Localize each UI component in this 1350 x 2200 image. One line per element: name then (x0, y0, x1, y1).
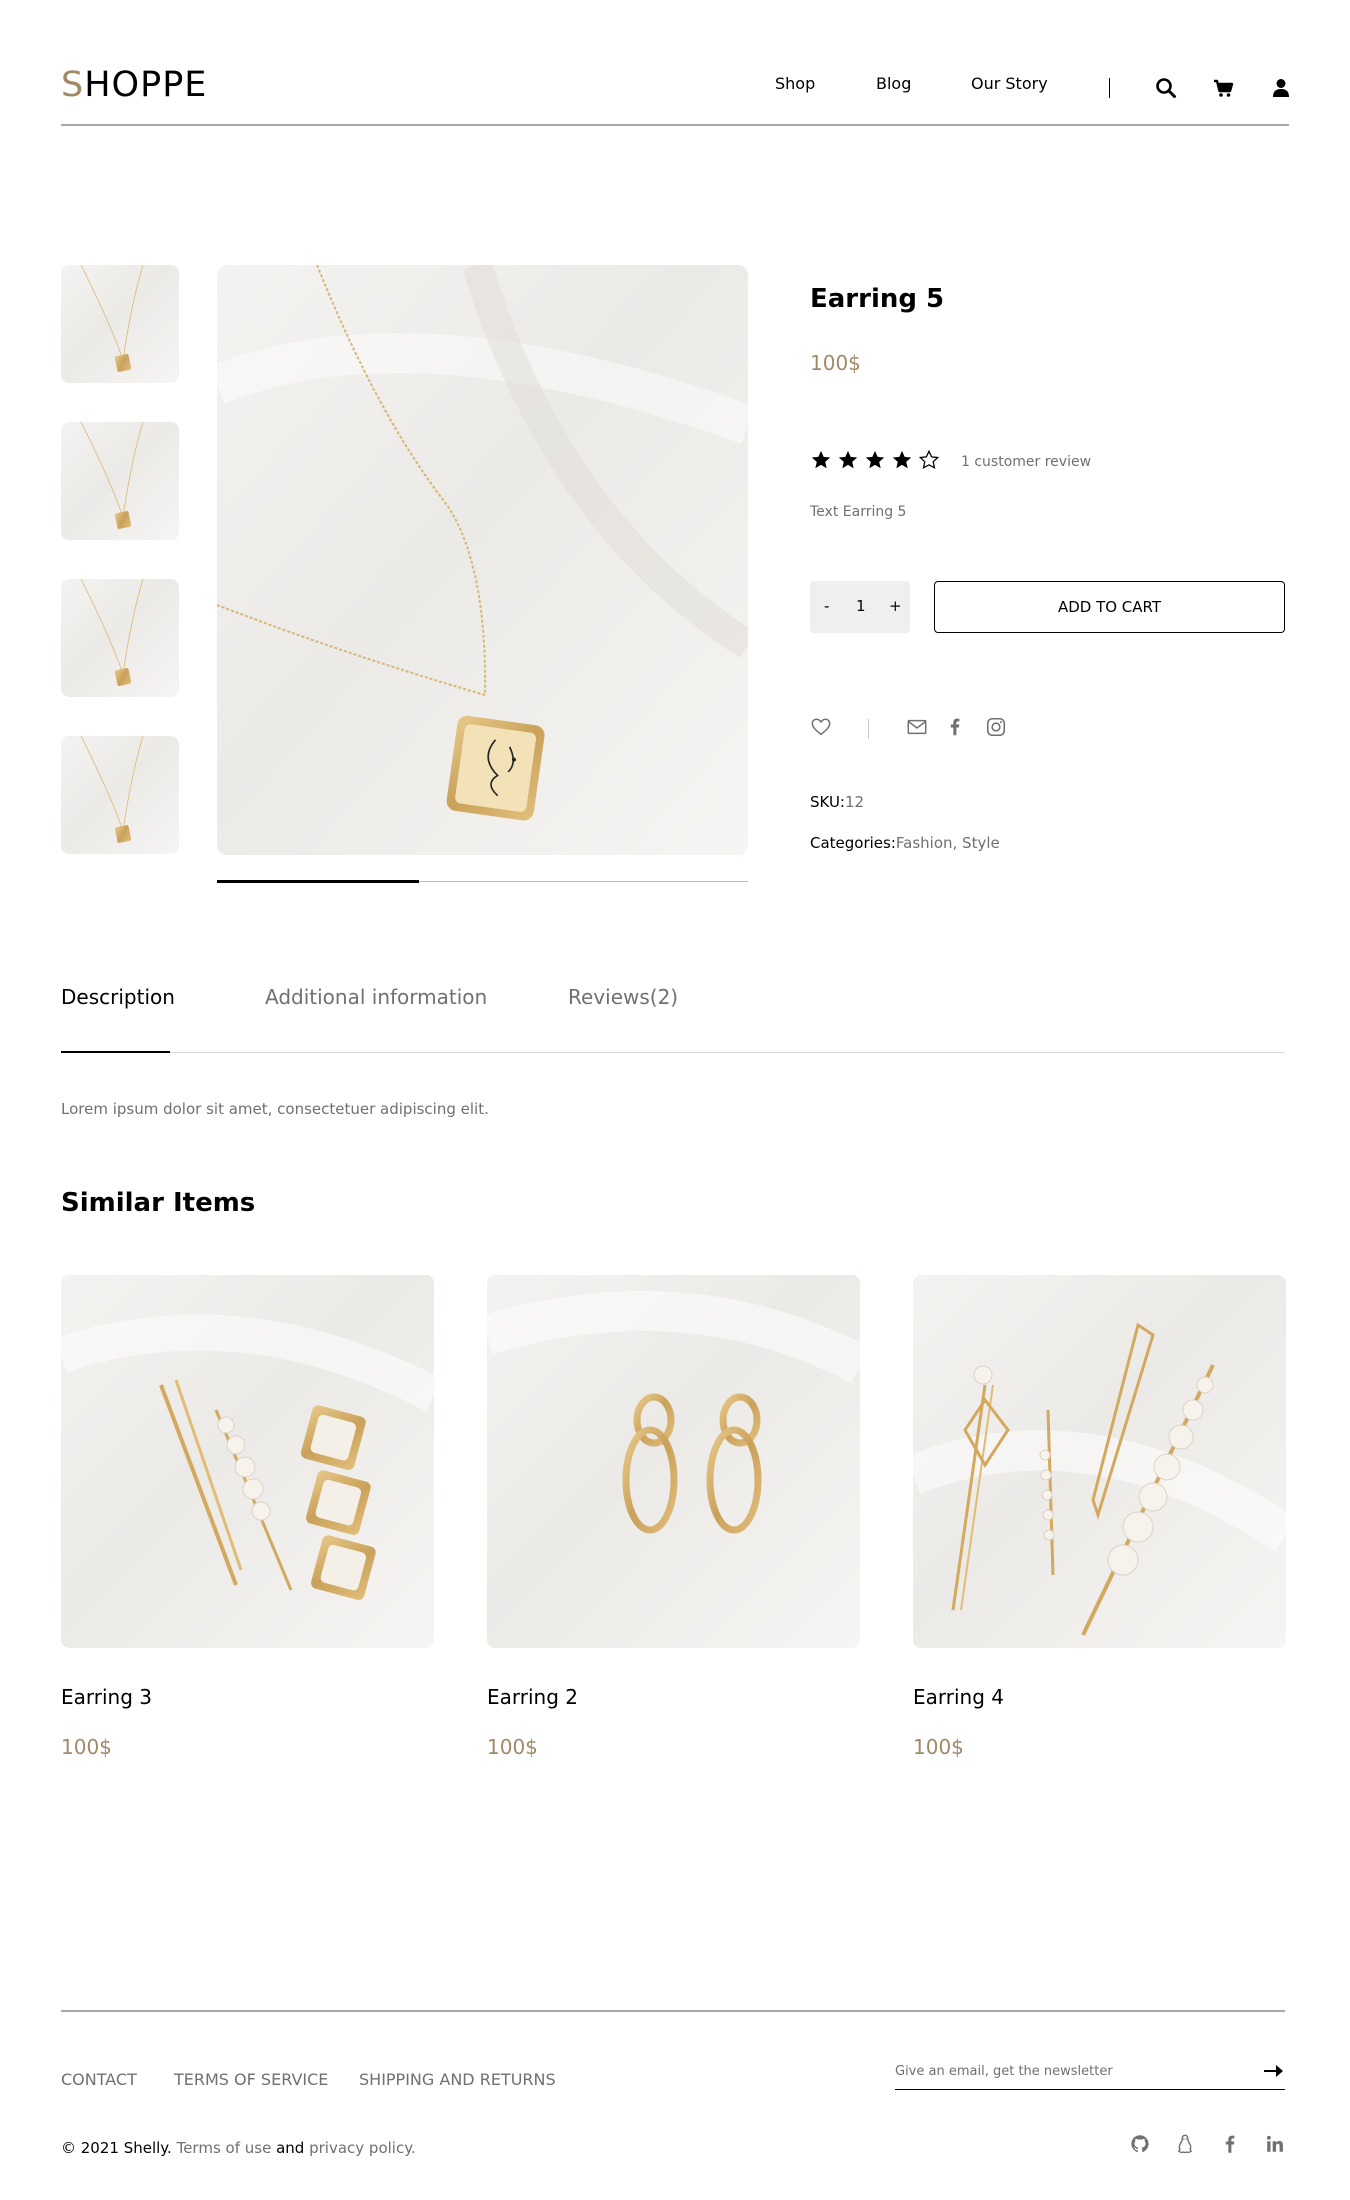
tab-content: Lorem ipsum dolor sit amet, consectetuer… (61, 1100, 489, 1118)
product-card-image[interactable] (61, 1275, 434, 1648)
copyright: © 2021 Shelly. Terms of use and privacy … (61, 2139, 416, 2157)
footer-link-shipping[interactable]: SHIPPING AND RETURNS (359, 2070, 556, 2089)
review-count[interactable]: 1 customer review (961, 454, 1091, 470)
star-filled-icon (811, 450, 831, 469)
newsletter-email-input[interactable] (895, 2059, 1235, 2083)
product-thumbnail-1[interactable] (61, 265, 179, 383)
nav-blog[interactable]: Blog (876, 74, 911, 93)
product-tabs: Description Additional information Revie… (61, 985, 1285, 1053)
product-thumbnail-3[interactable] (61, 579, 179, 697)
tab-reviews[interactable]: Reviews(2) (568, 985, 678, 1009)
categories-label: Categories: (810, 834, 896, 852)
active-tab-indicator (61, 1051, 170, 1053)
product-thumbnail-2[interactable] (61, 422, 179, 540)
product-card-name[interactable]: Earring 2 (487, 1685, 578, 1709)
qty-decrease-button[interactable]: - (824, 597, 829, 615)
sku-label: SKU: (810, 793, 845, 811)
gallery-slider-thumb[interactable] (217, 880, 419, 883)
share-divider (868, 719, 869, 739)
sku-value: 12 (845, 793, 865, 811)
quantity-stepper: - 1 + (810, 581, 910, 633)
product-card-image[interactable] (487, 1275, 860, 1648)
star-filled-icon (838, 450, 858, 469)
product-card-image[interactable] (913, 1275, 1286, 1648)
product-price: 100$ (810, 351, 861, 375)
categories-value[interactable]: Fashion, Style (896, 834, 1000, 852)
mail-icon[interactable] (906, 716, 928, 738)
newsletter-form (895, 2055, 1285, 2090)
facebook-icon[interactable] (944, 716, 966, 738)
copyright-text: © 2021 Shelly. (61, 2139, 172, 2157)
product-title: Earring 5 (810, 284, 945, 314)
heart-icon[interactable] (810, 716, 832, 738)
similar-items-title: Similar Items (61, 1188, 256, 1218)
star-filled-icon (865, 450, 885, 469)
user-icon[interactable] (1269, 76, 1293, 100)
facebook-icon[interactable] (1219, 2133, 1241, 2155)
linux-icon[interactable] (1174, 2133, 1196, 2155)
product-card[interactable]: Earring 2 100$ (487, 1275, 860, 1759)
qty-value[interactable]: 1 (856, 597, 866, 615)
footer-link-terms[interactable]: TERMS OF SERVICE (174, 2070, 328, 2089)
share-row (810, 716, 1050, 740)
instagram-icon[interactable] (985, 716, 1007, 738)
cart-icon[interactable] (1212, 76, 1236, 100)
copyright-and: and (276, 2139, 305, 2157)
star-filled-icon (892, 450, 912, 469)
product-card-name[interactable]: Earring 3 (61, 1685, 152, 1709)
product-card-name[interactable]: Earring 4 (913, 1685, 1004, 1709)
tab-additional-information[interactable]: Additional information (265, 985, 487, 1009)
nav-shop[interactable]: Shop (775, 74, 815, 93)
main-nav: Shop Blog Our Story (61, 74, 1289, 104)
categories-row: Categories:Fashion, Style (810, 834, 1000, 852)
footer-divider (61, 2010, 1285, 2012)
footer-link-contact[interactable]: CONTACT (61, 2070, 137, 2089)
product-card[interactable]: Earring 4 100$ (913, 1275, 1286, 1759)
product-short-description: Text Earring 5 (810, 504, 907, 520)
product-thumbnail-4[interactable] (61, 736, 179, 854)
product-card-price: 100$ (913, 1735, 964, 1759)
product-card-price: 100$ (487, 1735, 538, 1759)
search-icon[interactable] (1154, 76, 1178, 100)
rating-stars (810, 449, 945, 473)
product-main-image (217, 265, 748, 855)
nav-our-story[interactable]: Our Story (971, 74, 1048, 93)
tab-description[interactable]: Description (61, 985, 175, 1009)
linkedin-icon[interactable] (1264, 2133, 1286, 2155)
terms-of-use-link[interactable]: Terms of use (177, 2139, 272, 2157)
privacy-policy-link[interactable]: privacy policy. (309, 2139, 416, 2157)
sku-row: SKU:12 (810, 793, 864, 811)
product-card[interactable]: Earring 3 100$ (61, 1275, 434, 1759)
github-icon[interactable] (1129, 2133, 1151, 2155)
product-card-price: 100$ (61, 1735, 112, 1759)
qty-increase-button[interactable]: + (889, 597, 902, 615)
arrow-right-icon[interactable] (1263, 2061, 1285, 2081)
site-header: SHOPPE Shop Blog Our Story (61, 60, 1289, 126)
nav-divider (1109, 78, 1110, 98)
add-to-cart-button[interactable]: ADD TO CART (934, 581, 1285, 633)
star-outline-icon (918, 449, 940, 470)
